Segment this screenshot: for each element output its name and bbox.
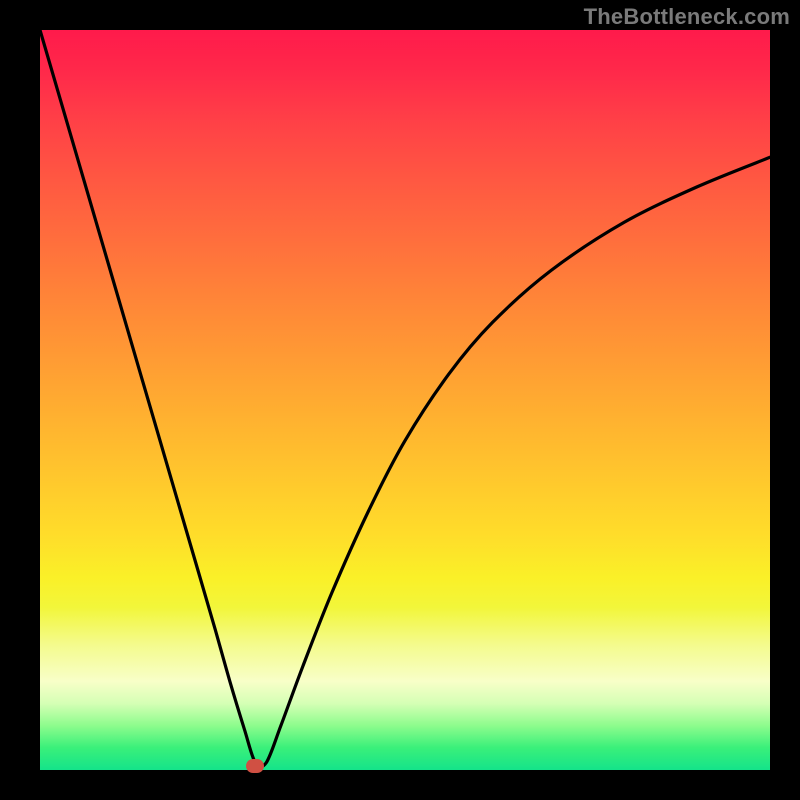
bottleneck-curve (40, 30, 770, 767)
plot-area (40, 30, 770, 770)
watermark-text: TheBottleneck.com (584, 4, 790, 30)
chart-frame: TheBottleneck.com (0, 0, 800, 800)
minimum-marker (246, 759, 264, 773)
curve-svg (40, 30, 770, 770)
